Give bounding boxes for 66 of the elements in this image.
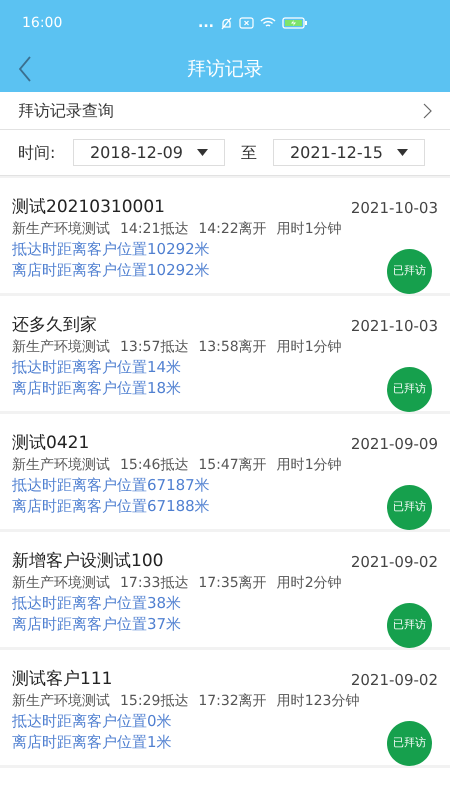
visit-summary-text: 15:47离开 (198, 456, 267, 475)
status-time: 16:00 (22, 14, 62, 32)
arrive-distance: 抵达时距离客户位置67187米 (12, 475, 210, 496)
visit-summary-text: 用时123分钟 (276, 692, 360, 711)
visit-summary-text: 13:58离开 (198, 338, 267, 357)
page-title: 拜访记录 (187, 56, 263, 82)
leave-distance: 离店时距离客户位置10292米 (12, 260, 210, 281)
visit-summary-text: 17:32离开 (198, 692, 267, 711)
arrive-distance: 抵达时距离客户位置14米 (12, 357, 182, 378)
customer-name: 测试20210310001 (12, 196, 165, 218)
back-icon (18, 56, 32, 82)
leave-distance: 离店时距离客户位置18米 (12, 378, 182, 399)
visit-date: 2021-10-03 (350, 198, 438, 218)
visit-card[interactable]: 测试0421 2021-09-09 新生产环境测试 15:46抵达 15:47离开 用时1分钟 抵达时距离客户位置67187米 离店时距离客户位置67188米 已拜访 (0, 414, 450, 529)
visit-summary-text: 新生产环境测试 (12, 220, 110, 239)
visit-summary-text: 13:57抵达 (120, 338, 188, 357)
muted-bell-icon (220, 16, 233, 30)
arrive-distance: 抵达时距离客户位置38米 (12, 593, 182, 614)
visit-summary-text: 17:33抵达 (120, 574, 188, 593)
visit-card[interactable]: 新增客户设测试100 2021-09-02 新生产环境测试 17:33抵达 17:35离开 用时2分钟 抵达时距离客户位置38米 离店时距离客户位置37米 已拜访 (0, 532, 450, 647)
leave-distance: 离店时距离客户位置1米 (12, 732, 172, 753)
visit-summary-text: 用时1分钟 (276, 456, 342, 475)
leave-distance: 离店时距离客户位置67188米 (12, 496, 210, 517)
visited-badge: 已拜访 (387, 485, 432, 530)
visit-summary-text: 17:35离开 (198, 574, 267, 593)
arrive-distance: 抵达时距离客户位置10292米 (12, 239, 210, 260)
sim-icon (239, 17, 254, 29)
customer-name: 还多久到家 (12, 314, 97, 336)
visit-date: 2021-09-02 (350, 670, 438, 690)
visit-summary-text: 新生产环境测试 (12, 574, 110, 593)
end-date-select[interactable]: 2021-12-15 (272, 139, 425, 166)
visit-summary-text: 14:21抵达 (120, 220, 188, 239)
visit-summary-text: 用时1分钟 (276, 338, 342, 357)
dropdown-caret-icon (396, 149, 408, 156)
customer-name: 测试客户111 (12, 668, 112, 690)
customer-name: 测试0421 (12, 432, 90, 454)
arrive-distance: 抵达时距离客户位置0米 (12, 711, 172, 732)
battery-icon (282, 17, 308, 29)
range-separator: 至 (240, 142, 257, 164)
visit-date: 2021-09-09 (350, 434, 438, 454)
status-dots: ... (198, 16, 214, 30)
query-row[interactable]: 拜访记录查询 (0, 92, 450, 130)
visit-summary-text: 用时1分钟 (276, 220, 342, 239)
visit-date: 2021-09-02 (350, 552, 438, 572)
visit-summary-text: 14:22离开 (198, 220, 267, 239)
visited-badge: 已拜访 (387, 367, 432, 412)
visit-summary-text: 新生产环境测试 (12, 456, 110, 475)
visited-badge: 已拜访 (387, 249, 432, 294)
visit-summary-text: 新生产环境测试 (12, 338, 110, 357)
dropdown-caret-icon (196, 149, 208, 156)
visit-summary-text: 新生产环境测试 (12, 692, 110, 711)
start-date-select[interactable]: 2018-12-09 (73, 139, 225, 166)
visit-summary-text: 15:46抵达 (120, 456, 188, 475)
visit-card[interactable]: 还多久到家 2021-10-03 新生产环境测试 13:57抵达 13:58离开 用时1分钟 抵达时距离客户位置14米 离店时距离客户位置18米 已拜访 (0, 296, 450, 411)
visit-date: 2021-10-03 (350, 316, 438, 336)
visit-card[interactable]: 测试20210310001 2021-10-03 新生产环境测试 14:21抵达 14:22离开 用时1分钟 抵达时距离客户位置10292米 离店时距离客户位置10292米 已拜访 (0, 178, 450, 293)
visit-summary-text: 15:29抵达 (120, 692, 188, 711)
customer-name: 新增客户设测试100 (12, 550, 164, 572)
chevron-right-icon (423, 102, 432, 118)
wifi-icon (260, 17, 276, 29)
visit-summary-text: 用时2分钟 (276, 574, 342, 593)
visited-badge: 已拜访 (387, 721, 432, 766)
visited-badge: 已拜访 (387, 603, 432, 648)
visit-card[interactable]: 测试客户111 2021-09-02 新生产环境测试 15:29抵达 17:32离开 用时123分钟 抵达时距离客户位置0米 离店时距离客户位置1米 已拜访 (0, 650, 450, 765)
time-label: 时间: (18, 142, 56, 164)
leave-distance: 离店时距离客户位置37米 (12, 614, 182, 635)
